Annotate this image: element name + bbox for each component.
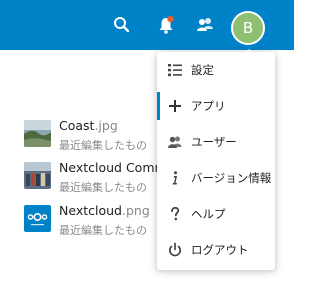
file-row-nextcloud-png[interactable]: Nextcloud.png 最近編集したもの — [24, 203, 164, 239]
menu-item-logout[interactable]: ログアウト — [157, 232, 275, 268]
menu-item-label: ユーザー — [191, 135, 237, 149]
settings-list-icon — [168, 64, 182, 77]
top-header: B — [0, 0, 294, 50]
file-subtitle: 最近編集したもの — [59, 224, 147, 237]
menu-item-label: ログアウト — [191, 243, 249, 257]
file-name: Coast — [59, 118, 95, 133]
notification-badge-icon — [167, 15, 174, 23]
file-extension: .png — [121, 203, 150, 218]
menu-item-label: バージョン情報 — [191, 171, 272, 185]
help-icon — [171, 206, 180, 221]
power-icon — [169, 242, 181, 257]
contacts-icon[interactable] — [194, 14, 216, 36]
notifications-icon[interactable] — [155, 14, 177, 36]
file-row-nextcloud-community[interactable]: Nextcloud Community 最近編集したもの — [24, 160, 164, 196]
users-icon — [168, 136, 182, 148]
menu-item-label: アプリ — [191, 99, 226, 113]
file-thumbnail — [24, 120, 51, 147]
file-thumbnail — [24, 162, 51, 189]
info-icon — [172, 171, 177, 185]
menu-item-label: ヘルプ — [191, 207, 226, 221]
file-extension: .jpg — [94, 118, 118, 133]
menu-item-about[interactable]: バージョン情報 — [157, 160, 275, 196]
user-avatar[interactable]: B — [231, 11, 265, 45]
menu-item-users[interactable]: ユーザー — [157, 124, 275, 160]
menu-caret — [240, 49, 258, 58]
file-name: Nextcloud Community — [59, 160, 164, 175]
menu-item-label: 設定 — [191, 63, 214, 77]
plus-icon — [169, 100, 181, 112]
menu-item-apps[interactable]: アプリ — [157, 88, 275, 124]
menu-item-help[interactable]: ヘルプ — [157, 196, 275, 232]
settings-menu: 設定 アプリ ユーザー バージョン情報 ヘルプ ログアウト — [157, 52, 275, 270]
nextcloud-logo-icon — [24, 205, 51, 232]
file-row-coast[interactable]: Coast.jpg 最近編集したもの — [24, 118, 164, 154]
file-subtitle: 最近編集したもの — [59, 181, 147, 194]
file-subtitle: 最近編集したもの — [59, 139, 147, 152]
search-icon[interactable] — [111, 14, 133, 36]
file-name: Nextcloud — [59, 203, 122, 218]
